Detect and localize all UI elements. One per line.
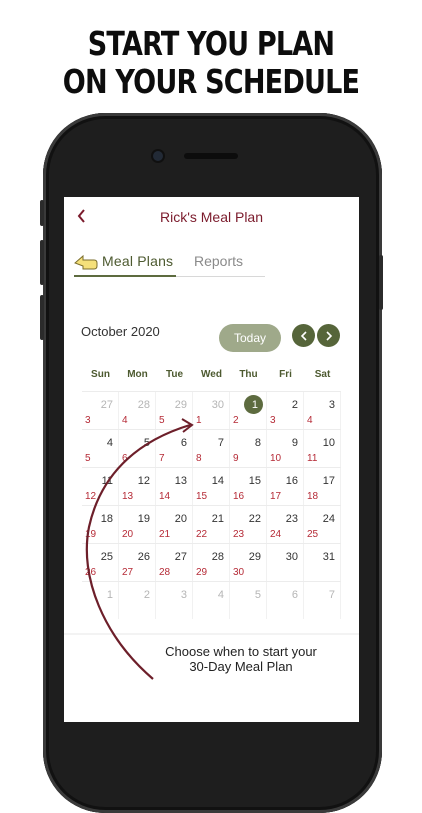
volume-down-button bbox=[40, 295, 44, 340]
camera-icon bbox=[153, 151, 163, 161]
speaker-grille bbox=[184, 153, 238, 159]
headline-line-1: START YOU PLAN bbox=[87, 24, 335, 63]
caption-line-2: 30-Day Meal Plan bbox=[189, 659, 293, 674]
app-screen: Rick's Meal Plan Meal Plans Reports Octo… bbox=[64, 197, 359, 722]
headline-line-2: ON YOUR SCHEDULE bbox=[62, 62, 360, 101]
volume-up-button bbox=[40, 240, 44, 285]
caption: Choose when to start your 30-Day Meal Pl… bbox=[146, 644, 336, 674]
mute-switch bbox=[40, 200, 44, 226]
power-button bbox=[379, 255, 383, 310]
caption-line-1: Choose when to start your bbox=[165, 644, 317, 659]
